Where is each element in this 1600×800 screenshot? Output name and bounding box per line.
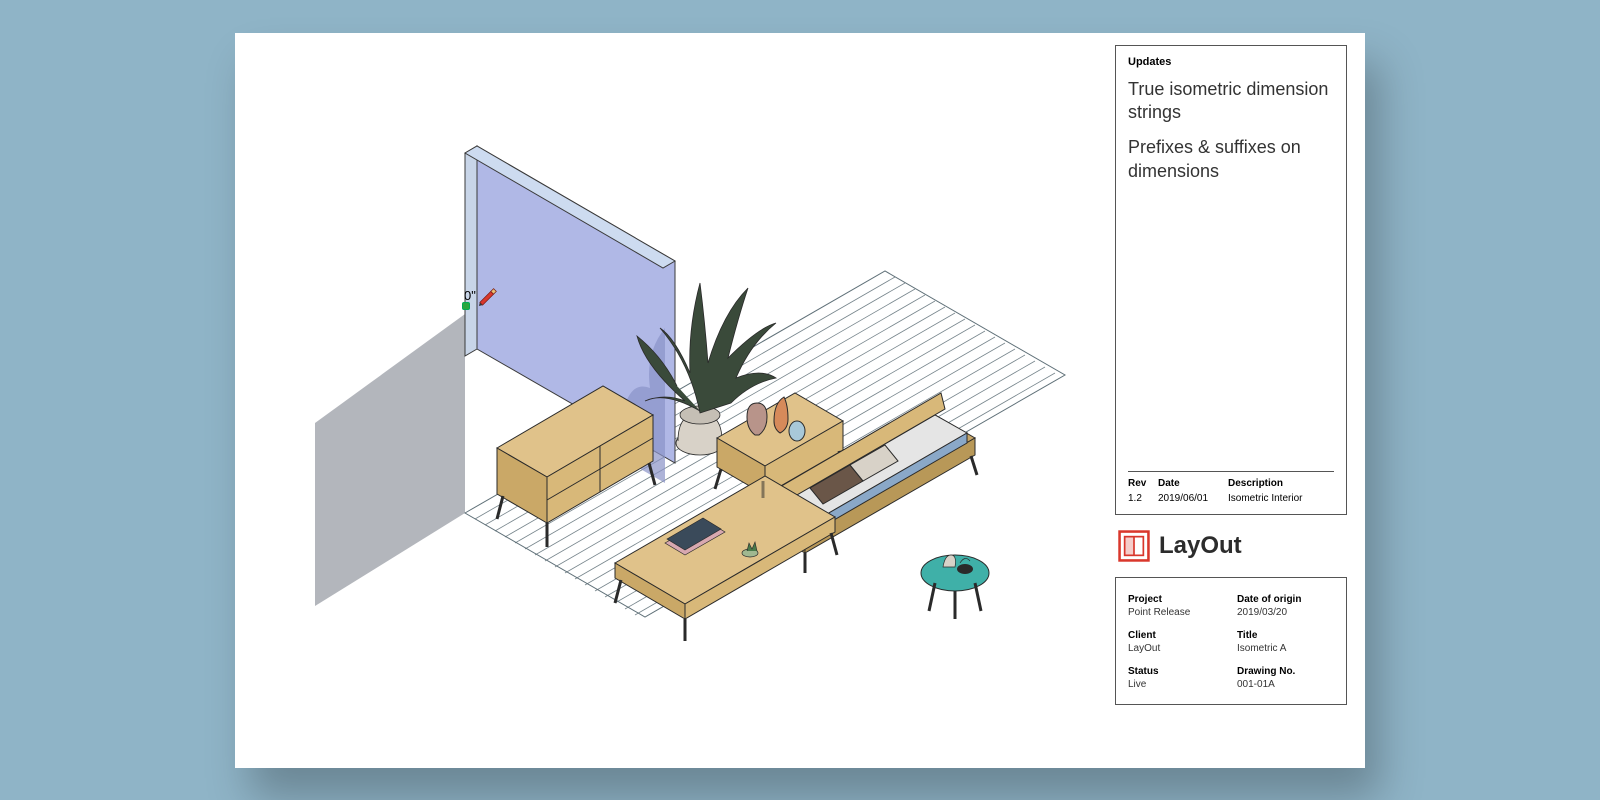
rev-value: 1.2 (1128, 493, 1158, 504)
date-value: 2019/06/01 (1158, 493, 1228, 504)
layout-logo-icon (1117, 529, 1151, 563)
drawing-label: Drawing No. (1237, 666, 1334, 677)
round-side-table (921, 555, 989, 619)
client-value: LayOut (1128, 643, 1225, 654)
updates-panel: Updates True isometric dimension strings… (1115, 45, 1347, 515)
isometric-scene (235, 33, 1115, 768)
client-label: Client (1128, 630, 1225, 641)
status-value: Live (1128, 679, 1225, 690)
update-item: Prefixes & suffixes on dimensions (1128, 136, 1334, 183)
project-info-panel: Project Date of origin Point Release 201… (1115, 577, 1347, 705)
project-label: Project (1128, 594, 1225, 605)
project-value: Point Release (1128, 607, 1225, 618)
desc-value: Isometric Interior (1228, 493, 1334, 504)
rev-header: Rev (1128, 478, 1158, 489)
title-value: Isometric A (1237, 643, 1334, 654)
drawing-sheet: 0" Updates True isometric dimension stri… (235, 33, 1365, 768)
drawing-value: 001-01A (1237, 679, 1334, 690)
title-label: Title (1237, 630, 1334, 641)
wall-shadow (315, 314, 465, 606)
updates-heading: Updates (1128, 56, 1334, 68)
date-origin-label: Date of origin (1237, 594, 1334, 605)
title-block-sidebar: Updates True isometric dimension strings… (1115, 33, 1365, 768)
date-header: Date (1158, 478, 1228, 489)
viewport[interactable]: 0" (235, 33, 1115, 768)
revision-table: Rev Date Description 1.2 2019/06/01 Isom… (1128, 471, 1334, 504)
update-item: True isometric dimension strings (1128, 78, 1334, 125)
logo-text: LayOut (1159, 532, 1242, 560)
status-label: Status (1128, 666, 1225, 677)
app-logo: LayOut (1115, 527, 1347, 565)
date-origin-value: 2019/03/20 (1237, 607, 1334, 618)
updates-list: True isometric dimension strings Prefixe… (1128, 78, 1334, 471)
desc-header: Description (1228, 478, 1334, 489)
